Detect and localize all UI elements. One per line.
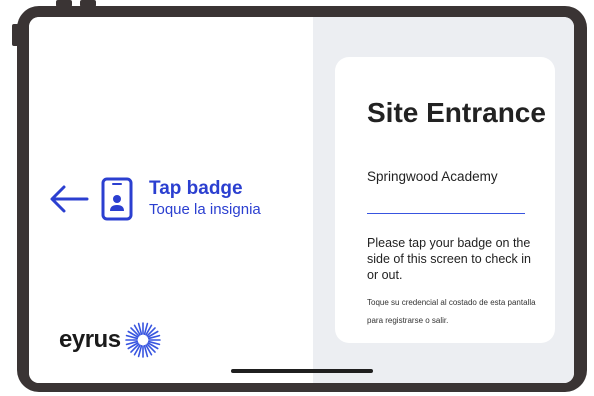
arrow-left-icon bbox=[50, 185, 89, 213]
divider bbox=[367, 213, 525, 214]
site-location: Springwood Academy bbox=[367, 169, 498, 184]
site-entrance-card: Site Entrance Springwood Academy Please … bbox=[335, 57, 555, 343]
left-panel: Tap badge Toque la insignia eyrus bbox=[29, 17, 313, 383]
tap-badge-title: Tap badge bbox=[149, 178, 243, 199]
kiosk-screen: Tap badge Toque la insignia eyrus Site E… bbox=[29, 17, 574, 383]
instructions-text: Please tap your badge on the side of thi… bbox=[367, 236, 531, 282]
frame-button bbox=[56, 0, 72, 7]
right-panel: Site Entrance Springwood Academy Please … bbox=[313, 17, 574, 383]
sunburst-logo-icon bbox=[124, 322, 161, 358]
tap-text: Tap badge Toque la insignia bbox=[149, 178, 261, 220]
tap-badge-subtitle: Toque la insignia bbox=[149, 201, 261, 218]
brand-logo: eyrus bbox=[59, 322, 161, 358]
frame-button bbox=[80, 0, 96, 7]
instructions-text-spanish: Toque su credencial al costado de esta p… bbox=[367, 298, 536, 325]
tap-badge-prompt: Tap badge Toque la insignia bbox=[49, 177, 261, 221]
phone-badge-icon bbox=[101, 177, 133, 221]
home-indicator[interactable] bbox=[231, 369, 373, 373]
frame-side-button bbox=[12, 24, 19, 46]
site-title: Site Entrance bbox=[367, 97, 546, 128]
brand-name: eyrus bbox=[59, 326, 121, 353]
